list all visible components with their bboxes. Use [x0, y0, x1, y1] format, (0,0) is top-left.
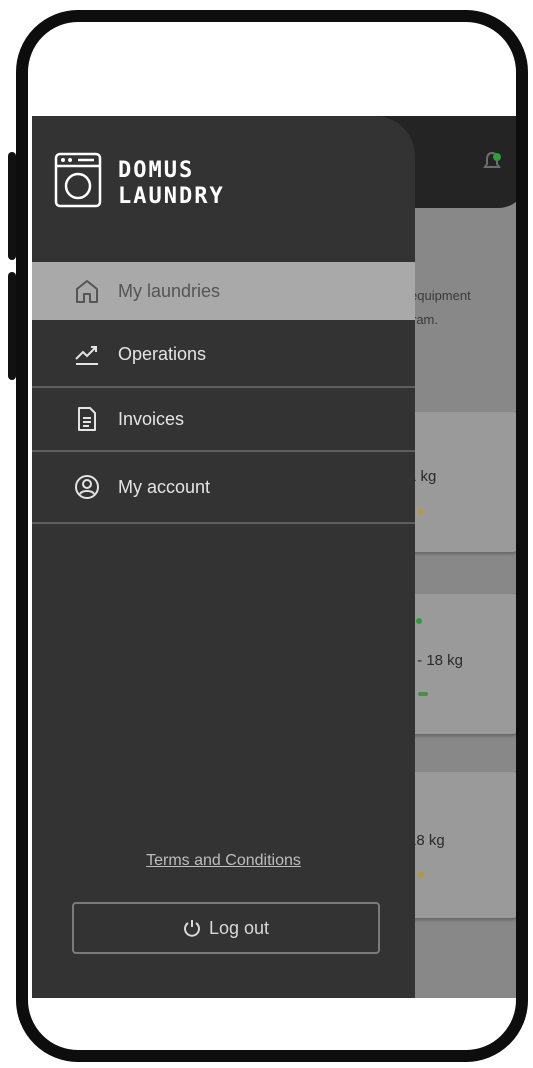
status-dot	[418, 872, 424, 878]
menu-item-label: My laundries	[118, 280, 221, 301]
washing-machine-logo-icon	[54, 152, 102, 208]
menu-item-operations[interactable]: Operations	[32, 322, 415, 386]
status-dot	[416, 618, 422, 624]
intro-text-line: equipment	[410, 288, 471, 303]
logout-button[interactable]: Log out	[72, 902, 380, 954]
menu-item-label: Operations	[118, 343, 207, 364]
app-screen: equipment ram. 1 kg r - 18 kg 18 kg DOMU…	[32, 116, 516, 998]
menu-item-my-account[interactable]: My account	[32, 452, 415, 522]
menu-item-label: My account	[118, 476, 211, 497]
terms-and-conditions-link[interactable]: Terms and Conditions	[32, 852, 415, 870]
menu-divider	[32, 522, 415, 524]
document-icon	[78, 407, 96, 431]
account-icon	[75, 475, 99, 499]
navigation-drawer: DOMUS LAUNDRY My laundries Operations In…	[32, 116, 415, 998]
home-icon	[76, 280, 98, 303]
logout-label: Log out	[208, 917, 270, 938]
menu-item-invoices[interactable]: Invoices	[32, 388, 415, 450]
volume-up-button	[8, 152, 16, 260]
status-dot	[418, 692, 428, 696]
brand-name-line2: LAUNDRY	[118, 184, 225, 209]
phone-frame: equipment ram. 1 kg r - 18 kg 18 kg DOMU…	[16, 10, 528, 1062]
power-icon	[183, 920, 200, 937]
status-dot	[418, 509, 424, 515]
volume-down-button	[8, 272, 16, 380]
brand-name-line1: DOMUS	[118, 158, 195, 183]
trending-up-icon	[75, 346, 98, 365]
menu-item-label: Invoices	[118, 408, 185, 429]
machine-card-label: r - 18 kg	[408, 652, 464, 669]
menu-item-my-laundries[interactable]: My laundries	[32, 262, 415, 320]
notification-bell-icon[interactable]	[480, 150, 504, 174]
intro-text-line: ram.	[412, 312, 438, 327]
